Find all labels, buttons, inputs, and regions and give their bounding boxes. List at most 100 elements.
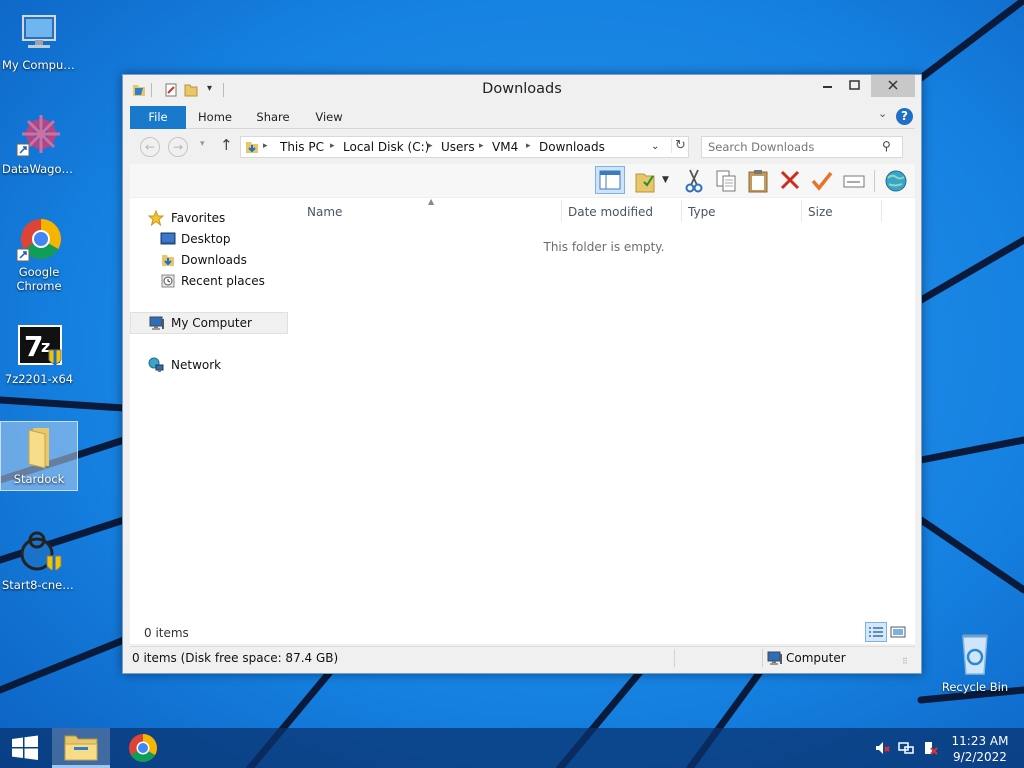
desktop-icon-recycle-bin[interactable]: Recycle Bin — [936, 630, 1014, 694]
refresh-icon[interactable]: ↻ — [671, 138, 689, 153]
forward-button[interactable]: → — [168, 137, 188, 157]
network-status-icon[interactable] — [898, 740, 914, 756]
taskbar-file-explorer[interactable] — [52, 728, 110, 768]
tab-home[interactable]: Home — [190, 106, 240, 129]
desktop-icon-label: Google Chrome — [16, 265, 62, 293]
folder-options-dropdown-icon[interactable]: ▼ — [662, 175, 669, 185]
sort-ascending-icon: ▲ — [428, 197, 435, 206]
nav-item-label: Downloads — [181, 253, 247, 267]
desktop-icon-label: 7z2201-x64 — [4, 372, 74, 386]
close-button[interactable] — [871, 75, 915, 97]
explorer-window[interactable]: ▾ Downloads File Home Share View ⌄ ? ← →… — [122, 74, 922, 674]
delete-button[interactable] — [776, 168, 804, 194]
copy-button[interactable] — [712, 168, 740, 194]
maximize-icon — [849, 80, 860, 90]
breadcrumb-separator-icon[interactable]: ▸ — [479, 141, 484, 151]
desktop-icon-start8[interactable]: Start8-cnet-... — [0, 528, 78, 592]
search-input[interactable] — [708, 139, 878, 155]
details-view-button[interactable] — [865, 622, 887, 642]
help-icon[interactable]: ? — [896, 108, 913, 125]
breadcrumb-separator-icon[interactable]: ▸ — [263, 141, 268, 151]
downloads-folder-icon — [160, 252, 176, 268]
start-button[interactable] — [0, 728, 50, 768]
column-header-name[interactable]: Name — [307, 205, 342, 219]
breadcrumb-this-pc[interactable]: This PC — [280, 140, 324, 154]
clock-date[interactable]: 9/2/2022 — [944, 750, 1016, 764]
action-center-alert-icon[interactable] — [922, 740, 938, 756]
nav-item-favorites[interactable]: Favorites — [130, 208, 288, 228]
network-globe-button[interactable] — [882, 168, 910, 194]
expand-ribbon-icon[interactable]: ⌄ — [878, 107, 892, 120]
desktop-icon-label: Start8-cnet-... — [2, 578, 78, 592]
maximize-button[interactable] — [841, 75, 869, 97]
cut-button[interactable] — [680, 168, 708, 194]
tab-view[interactable]: View — [306, 106, 352, 129]
column-header-size[interactable]: Size — [808, 205, 833, 219]
toolbar: ▼ — [130, 164, 915, 197]
volume-muted-icon[interactable] — [874, 740, 890, 756]
column-header-type[interactable]: Type — [688, 205, 716, 219]
breadcrumb-users[interactable]: Users — [441, 140, 475, 154]
nav-item-downloads[interactable]: Downloads — [130, 250, 288, 270]
desktop-icon-my-computer[interactable]: My Computer — [0, 8, 78, 72]
ribbon-tabs: File Home Share View ⌄ ? — [130, 106, 915, 129]
up-arrow-icon[interactable]: ↑ — [220, 136, 233, 154]
paste-button[interactable] — [744, 168, 772, 194]
desktop-icon-label: DataWagon... — [2, 162, 78, 176]
breadcrumb-separator-icon[interactable]: ▸ — [526, 141, 531, 151]
status-disk-space: 0 items (Disk free space: 87.4 GB) — [132, 651, 339, 665]
folder-options-button[interactable] — [632, 168, 660, 194]
rename-button[interactable] — [840, 168, 868, 194]
desktop-icon-label: Recycle Bin — [941, 680, 1009, 694]
start8-installer-icon — [15, 528, 63, 576]
star-icon — [147, 209, 165, 227]
preview-pane-button[interactable] — [595, 166, 625, 194]
address-row: ← → ▾ ↑ ▸ This PC ▸ Local Disk (C:) ▸ Us… — [130, 132, 915, 162]
nav-item-desktop[interactable]: Desktop — [130, 229, 288, 249]
window-title: Downloads — [482, 81, 562, 97]
tab-share[interactable]: Share — [248, 106, 298, 129]
breadcrumb-vm4[interactable]: VM4 — [492, 140, 518, 154]
nav-item-label: My Computer — [171, 316, 252, 330]
address-dropdown-icon[interactable]: ⌄ — [651, 141, 659, 152]
desktop-icon-google-chrome[interactable]: Google Chrome — [0, 215, 78, 293]
navigation-pane: Favorites Desktop Downloads Recent place… — [130, 198, 288, 644]
nav-item-network[interactable]: Network — [130, 355, 288, 375]
taskbar-google-chrome[interactable] — [114, 728, 172, 768]
minimize-button[interactable] — [815, 75, 841, 97]
network-icon — [148, 357, 164, 373]
desktop-icon-7z2201[interactable]: 7z 7z2201-x64 — [0, 322, 78, 386]
breadcrumb-downloads[interactable]: Downloads — [539, 140, 605, 154]
file-explorer-icon — [64, 735, 98, 761]
address-bar[interactable]: ▸ This PC ▸ Local Disk (C:) ▸ Users ▸ VM… — [240, 136, 689, 158]
breadcrumb-local-disk[interactable]: Local Disk (C:) — [343, 140, 429, 154]
search-box[interactable]: ⚲ — [701, 136, 903, 158]
breadcrumb-separator-icon[interactable]: ▸ — [330, 141, 335, 151]
back-button[interactable]: ← — [140, 137, 160, 157]
downloads-folder-icon — [246, 142, 258, 153]
my-computer-icon — [15, 8, 63, 56]
search-icon[interactable]: ⚲ — [882, 139, 891, 153]
nav-item-my-computer[interactable]: My Computer — [130, 312, 288, 334]
clock-time[interactable]: 11:23 AM — [944, 734, 1016, 748]
large-icons-view-icon — [890, 626, 906, 638]
minimize-icon — [823, 86, 832, 88]
file-list-pane[interactable]: ▲ Name Date modified Type Size This fold… — [293, 197, 915, 644]
desktop-icon-datawagon[interactable]: DataWagon... — [0, 112, 78, 176]
desktop-icon-stardock[interactable]: Stardock — [0, 421, 78, 491]
breadcrumb-separator-icon[interactable]: ▸ — [428, 141, 433, 151]
large-icons-view-button[interactable] — [890, 624, 906, 640]
tab-file[interactable]: File — [130, 106, 186, 129]
title-bar[interactable]: ▾ Downloads — [123, 75, 921, 105]
items-row: 0 items — [130, 622, 915, 644]
datawagon-icon — [15, 112, 63, 160]
column-header-date-modified[interactable]: Date modified — [568, 205, 653, 219]
status-location: Computer — [786, 651, 846, 665]
cut-icon — [685, 169, 703, 193]
recent-locations-dropdown-icon[interactable]: ▾ — [200, 139, 205, 149]
nav-item-label: Recent places — [181, 274, 265, 288]
resize-grip-icon[interactable]: ⠿ — [902, 657, 908, 666]
nav-item-recent-places[interactable]: Recent places — [130, 271, 288, 291]
properties-button[interactable] — [808, 168, 836, 194]
rename-icon — [843, 175, 865, 188]
